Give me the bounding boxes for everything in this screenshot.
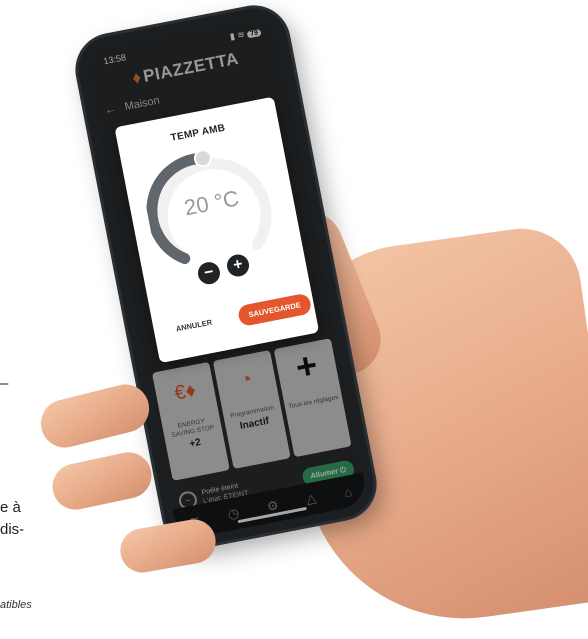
save-button[interactable]: SAUVEGARDE bbox=[236, 292, 313, 328]
bg-dash: – bbox=[0, 375, 9, 392]
bg-text-line1: e à bbox=[0, 499, 21, 516]
hand-finger-2 bbox=[48, 448, 156, 514]
cancel-button[interactable]: ANNULER bbox=[175, 318, 213, 334]
bg-text-line2: dis- bbox=[0, 521, 25, 538]
hand-finger-1 bbox=[35, 379, 155, 453]
hand-finger-3 bbox=[116, 515, 220, 577]
bg-caption: atibles bbox=[0, 599, 32, 611]
